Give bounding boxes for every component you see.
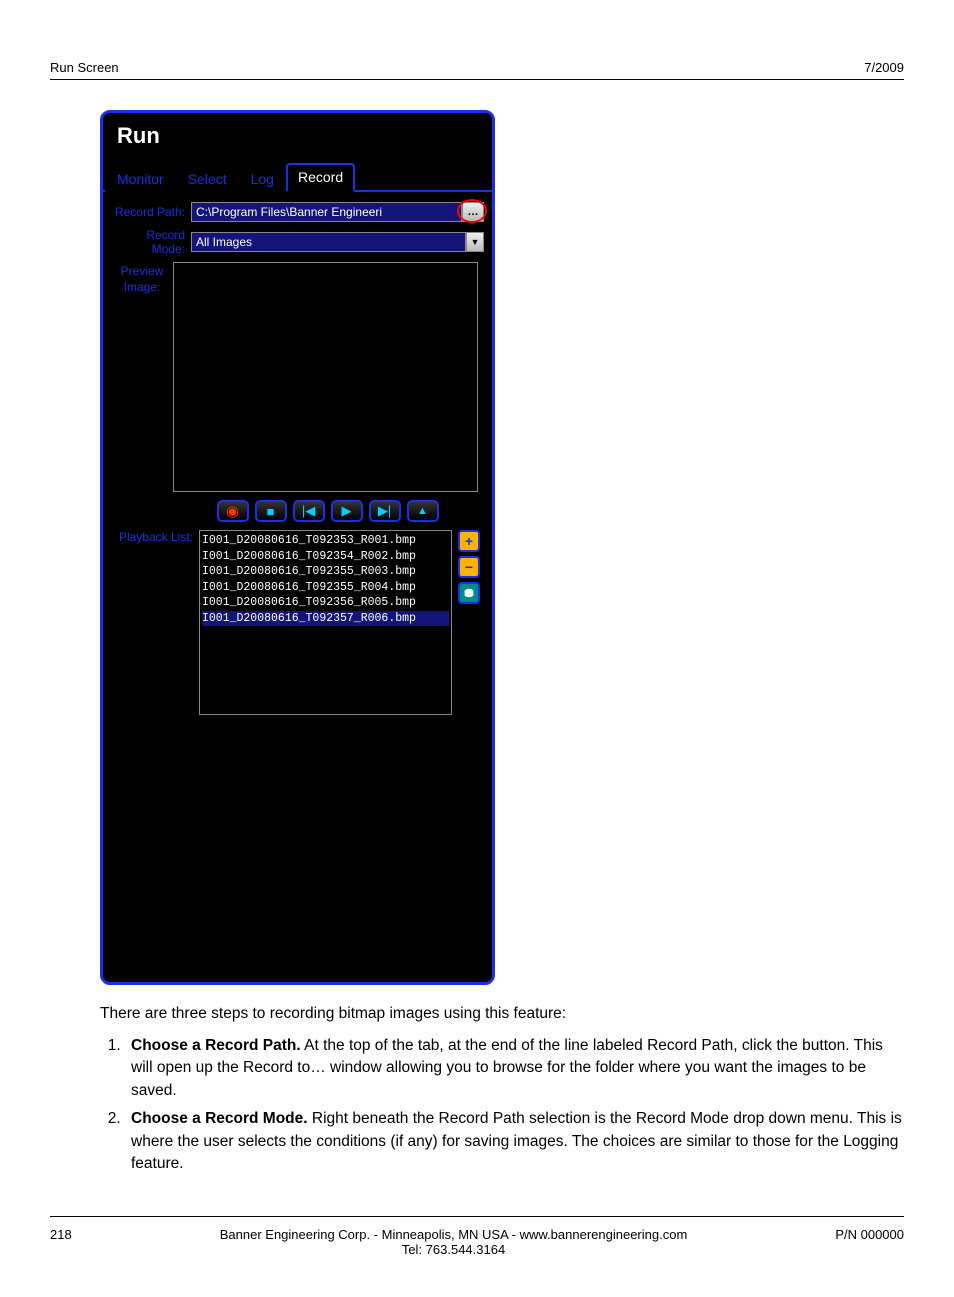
tab-monitor[interactable]: Monitor <box>105 165 176 192</box>
record-mode-label: Record Mode: <box>111 228 191 256</box>
part-number: P/N 000000 <box>835 1227 904 1242</box>
doc-steps: Choose a Record Path. At the top of the … <box>125 1035 904 1176</box>
play-button[interactable]: ▶ <box>331 500 363 522</box>
doc-header: Run Screen 7/2009 <box>50 60 904 80</box>
doc-step-2: Choose a Record Mode. Right beneath the … <box>125 1108 904 1175</box>
add-button[interactable]: + <box>458 530 480 552</box>
remove-button[interactable]: − <box>458 556 480 578</box>
minus-icon: − <box>465 559 473 575</box>
highlight-annotation <box>457 199 487 223</box>
eject-icon: ▲ <box>417 505 428 517</box>
eject-button[interactable]: ▲ <box>407 500 439 522</box>
doc-header-left: Run Screen <box>50 60 119 75</box>
list-item[interactable]: I001_D20080616_T092355_R004.bmp <box>202 580 449 596</box>
preview-image-area <box>173 262 478 492</box>
list-item[interactable]: I001_D20080616_T092354_R002.bmp <box>202 549 449 565</box>
tab-log[interactable]: Log <box>239 165 286 192</box>
tab-bar: Monitor Select Log Record <box>103 161 492 192</box>
doc-header-right: 7/2009 <box>864 60 904 75</box>
stop-button[interactable]: ■ <box>255 500 287 522</box>
tab-record[interactable]: Record <box>286 163 355 192</box>
list-item[interactable]: I001_D20080616_T092357_R006.bmp <box>202 611 449 627</box>
doc-footer: 218 Banner Engineering Corp. - Minneapol… <box>50 1216 904 1257</box>
playback-row: Playback List: I001_D20080616_T092353_R0… <box>111 530 484 715</box>
playback-side-buttons: + − ⛃ <box>458 530 480 604</box>
playback-listbox[interactable]: I001_D20080616_T092353_R001.bmp I001_D20… <box>199 530 452 715</box>
preview-row: Preview Image: <box>111 262 484 492</box>
list-item[interactable]: I001_D20080616_T092353_R001.bmp <box>202 533 449 549</box>
footer-center: Banner Engineering Corp. - Minneapolis, … <box>72 1227 836 1257</box>
record-path-input[interactable]: C:\Program Files\Banner Engineeri <box>191 202 462 222</box>
playback-list-label: Playback List: <box>111 530 199 544</box>
record-path-browse-button[interactable]: … <box>462 202 484 222</box>
panel-body: Record Path: C:\Program Files\Banner Eng… <box>103 192 492 725</box>
next-button[interactable]: ▶| <box>369 500 401 522</box>
disk-icon: ⛃ <box>464 587 473 600</box>
list-item[interactable]: I001_D20080616_T092355_R003.bmp <box>202 564 449 580</box>
plus-icon: + <box>465 533 473 549</box>
list-item[interactable]: I001_D20080616_T092356_R005.bmp <box>202 595 449 611</box>
panel-title: Run <box>103 113 492 161</box>
doc-step-1: Choose a Record Path. At the top of the … <box>125 1035 904 1102</box>
record-mode-row: Record Mode: All Images ▼ <box>111 228 484 256</box>
skip-back-icon: |◀ <box>302 503 315 519</box>
record-button[interactable]: ◉ <box>217 500 249 522</box>
disk-button[interactable]: ⛃ <box>458 582 480 604</box>
tab-select[interactable]: Select <box>176 165 239 192</box>
stop-icon: ■ <box>267 504 275 519</box>
record-path-row: Record Path: C:\Program Files\Banner Eng… <box>111 202 484 222</box>
record-icon: ◉ <box>226 502 239 520</box>
record-mode-dropdown-button[interactable]: ▼ <box>466 232 484 252</box>
doc-intro: There are three steps to recording bitma… <box>100 1005 904 1023</box>
play-icon: ▶ <box>342 503 352 519</box>
chevron-down-icon: ▼ <box>471 237 480 247</box>
preview-label: Preview Image: <box>111 262 173 295</box>
run-panel: Run Monitor Select Log Record Record Pat… <box>100 110 495 985</box>
record-mode-select[interactable]: All Images <box>191 232 466 252</box>
skip-forward-icon: ▶| <box>378 503 391 519</box>
page-number: 218 <box>50 1227 72 1242</box>
record-path-label: Record Path: <box>111 205 191 219</box>
prev-button[interactable]: |◀ <box>293 500 325 522</box>
playback-controls: ◉ ■ |◀ ▶ ▶| ▲ <box>171 500 484 522</box>
